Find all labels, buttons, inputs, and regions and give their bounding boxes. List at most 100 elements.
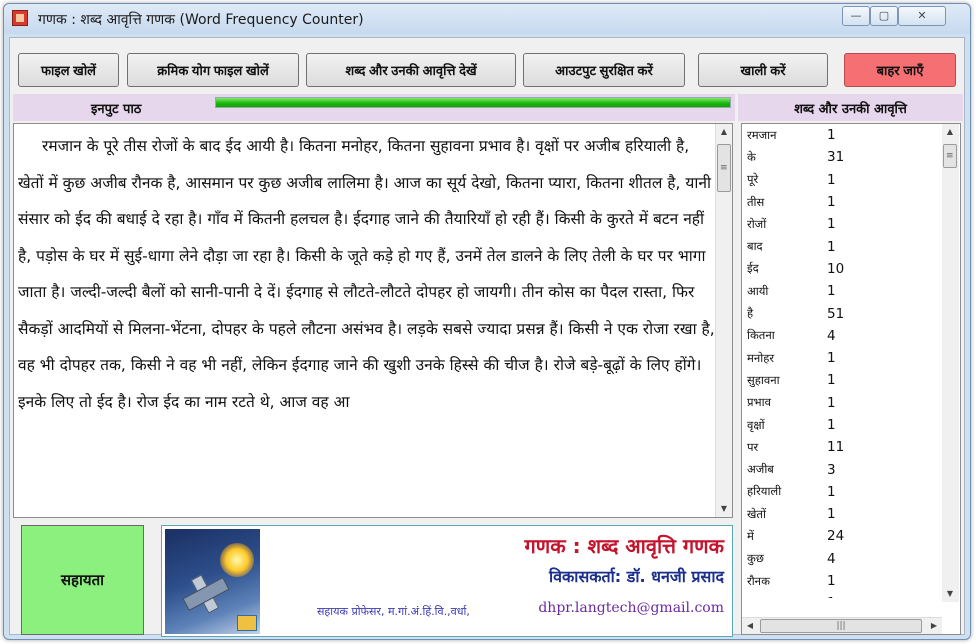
frequency-count: 1: [827, 171, 836, 188]
frequency-row[interactable]: कितना 4: [745, 325, 941, 347]
frequency-count: 1: [827, 238, 836, 255]
frequency-count: 1: [827, 394, 836, 411]
frequency-word: तीस: [747, 194, 765, 209]
exit-button[interactable]: बाहर जाएँ: [844, 53, 956, 87]
banner-title: गणक : शब्द आवृत्ति गणक: [524, 534, 724, 558]
frequency-count: 1: [827, 350, 836, 367]
frequency-count: 24: [827, 528, 845, 545]
frequency-header: शब्द और उनकी आवृत्ति: [738, 94, 963, 121]
satellite-image: [165, 529, 260, 634]
frequency-word: ईद: [747, 261, 759, 276]
frequency-count: 51: [827, 305, 845, 322]
frequency-list[interactable]: रमजान 1 के 31 पूरे 1 तीस 1 रोजों 1 बाद 1 ईद 10 आयी 1 है 5…: [745, 124, 941, 598]
open-file-button[interactable]: फाइल खोलें: [18, 53, 119, 87]
frequency-word: है: [747, 306, 754, 321]
frequency-list-box[interactable]: रमजान 1 के 31 पूरे 1 तीस 1 रोजों 1 बाद 1 ईद 10 आयी 1 है 5…: [741, 123, 961, 635]
input-text-area[interactable]: रमजान के पूरे तीस रोजों के बाद ईद आयी है…: [13, 123, 733, 518]
scroll-down-arrow-icon[interactable]: ▼: [942, 586, 958, 602]
frequency-count: 1: [827, 595, 836, 598]
frequency-row[interactable]: वृक्षों 1: [745, 414, 941, 436]
frequency-count: 11: [827, 439, 845, 456]
frequency-word: पूरे: [747, 172, 759, 187]
input-text-scrollbar[interactable]: ▲ ▼: [715, 124, 732, 517]
help-button[interactable]: सहायता: [21, 525, 144, 635]
frequency-scroll-thumb[interactable]: [943, 144, 957, 168]
maximize-button[interactable]: ▢: [870, 6, 898, 26]
frequency-row[interactable]: सुहावना 1: [745, 369, 941, 391]
frequency-hscroll-thumb[interactable]: |||: [760, 619, 922, 633]
frequency-row[interactable]: हरियाली 1: [745, 481, 941, 503]
frequency-count: 1: [827, 483, 836, 500]
developer-affiliation: सहायक प्रोफेसर, म.गां.अं.हिं.वि.,वर्धा,: [317, 605, 470, 618]
frequency-word: सुहावना: [747, 372, 780, 387]
frequency-word: रौनक: [747, 573, 770, 588]
frequency-list-hscrollbar[interactable]: ◀ ||| ▶: [742, 617, 942, 634]
frequency-row[interactable]: मनोहर 1: [745, 347, 941, 369]
frequency-row[interactable]: ईद 10: [745, 258, 941, 280]
frequency-count: 1: [827, 127, 836, 144]
credits-banner: गणक : शब्द आवृत्ति गणक विकासकर्ता: डॉ. ध…: [161, 525, 733, 637]
input-scroll-thumb[interactable]: [717, 144, 731, 192]
logo-icon: [237, 615, 257, 631]
frequency-count: 4: [827, 327, 836, 344]
show-frequency-button[interactable]: शब्द और उनकी आवृत्ति देखें: [306, 53, 516, 87]
frequency-header-label: शब्द और उनकी आवृत्ति: [794, 101, 907, 117]
scroll-right-arrow-icon[interactable]: ▶: [926, 618, 942, 634]
frequency-row[interactable]: प्रभाव 1: [745, 392, 941, 414]
frequency-count: 31: [827, 149, 845, 166]
frequency-row[interactable]: के 31: [745, 146, 941, 168]
frequency-count: 4: [827, 550, 836, 567]
frequency-word: वृक्षों: [747, 417, 765, 432]
frequency-row[interactable]: पर 11: [745, 436, 941, 458]
developer-name: विकासकर्ता: डॉ. धनजी प्रसाद: [548, 567, 724, 586]
open-sequential-file-button[interactable]: क्रमिक योग फाइल खोलें: [127, 53, 299, 87]
frequency-word: कुछ: [747, 551, 764, 566]
frequency-row[interactable]: रौनक 1: [745, 570, 941, 592]
frequency-row[interactable]: रोजों 1: [745, 213, 941, 235]
frequency-count: 1: [827, 372, 836, 389]
frequency-row[interactable]: आसमान1: [745, 592, 941, 598]
frequency-row[interactable]: है 51: [745, 302, 941, 324]
frequency-row[interactable]: रमजान 1: [745, 124, 941, 146]
frequency-count: 1: [827, 573, 836, 590]
frequency-word: खेतों: [747, 506, 766, 521]
frequency-word: कितना: [747, 328, 775, 343]
frequency-row[interactable]: बाद 1: [745, 235, 941, 257]
frequency-row[interactable]: तीस 1: [745, 191, 941, 213]
title-bar: गणक : शब्द आवृत्ति गणक (Word Frequency C…: [4, 4, 970, 34]
frequency-row[interactable]: खेतों 1: [745, 503, 941, 525]
frequency-word: पर: [747, 439, 759, 454]
frequency-list-vscrollbar[interactable]: ▲ ▼: [942, 124, 959, 602]
developer-email: dhpr.langtech@gmail.com: [538, 600, 724, 616]
minimize-button[interactable]: —: [842, 6, 870, 26]
frequency-word: रोजों: [747, 216, 767, 231]
frequency-word: में: [747, 528, 754, 543]
close-button[interactable]: ✕: [898, 6, 946, 26]
app-icon: [12, 10, 28, 26]
frequency-row[interactable]: अजीब 3: [745, 458, 941, 480]
app-window: गणक : शब्द आवृत्ति गणक (Word Frequency C…: [3, 3, 971, 640]
scroll-up-arrow-icon[interactable]: ▲: [942, 124, 958, 140]
clear-button[interactable]: खाली करें: [698, 53, 828, 87]
sun-icon: [220, 543, 254, 577]
scroll-left-arrow-icon[interactable]: ◀: [742, 618, 758, 634]
frequency-row[interactable]: आयी 1: [745, 280, 941, 302]
frequency-word: हरियाली: [747, 484, 782, 499]
input-text-header-label: इनपुट पाठ: [91, 101, 142, 117]
scroll-down-arrow-icon[interactable]: ▼: [716, 501, 732, 517]
frequency-row[interactable]: पूरे 1: [745, 169, 941, 191]
save-output-button[interactable]: आउटपुट सुरक्षित करें: [523, 53, 685, 87]
frequency-count: 1: [827, 194, 836, 211]
input-text[interactable]: रमजान के पूरे तीस रोजों के बाद ईद आयी है…: [18, 124, 718, 517]
scroll-up-arrow-icon[interactable]: ▲: [716, 124, 732, 140]
window-title: गणक : शब्द आवृत्ति गणक (Word Frequency C…: [38, 12, 364, 28]
frequency-word: मनोहर: [747, 350, 775, 365]
frequency-row[interactable]: में 24: [745, 525, 941, 547]
frequency-count: 1: [827, 283, 836, 300]
frequency-row[interactable]: कुछ 4: [745, 548, 941, 570]
frequency-count: 1: [827, 417, 836, 433]
frequency-word: के: [747, 149, 756, 164]
frequency-count: 1: [827, 506, 836, 523]
frequency-word: अजीब: [747, 462, 774, 477]
frequency-word: आसमान: [745, 596, 827, 598]
